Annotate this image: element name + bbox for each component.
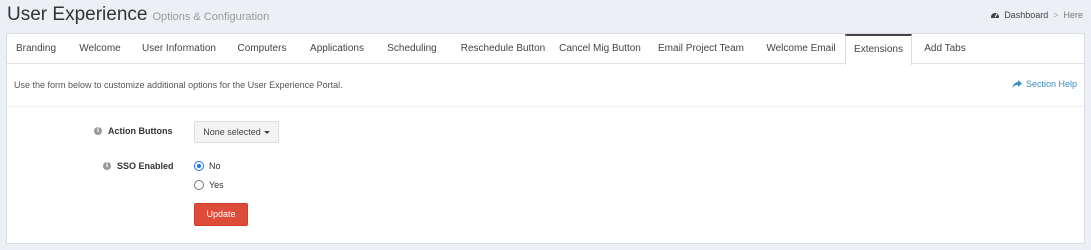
tab-extensions[interactable]: Extensions <box>845 34 912 65</box>
tab-email-project-team[interactable]: Email Project Team <box>645 34 757 64</box>
settings-panel: Branding Welcome User Information Comput… <box>6 33 1085 244</box>
tab-welcome-email[interactable]: Welcome Email <box>759 34 843 64</box>
tab-computers[interactable]: Computers <box>225 34 299 64</box>
page-header: User Experience Options & Configuration D… <box>0 0 1091 30</box>
dashboard-icon <box>991 13 1000 18</box>
sso-enabled-label: i SSO Enabled <box>103 161 174 171</box>
intro-text: Use the form below to customize addition… <box>14 80 343 90</box>
divider <box>7 106 1084 107</box>
info-icon: i <box>94 127 102 135</box>
info-icon: i <box>103 162 111 170</box>
sso-enabled-label-text: SSO Enabled <box>117 161 174 171</box>
tab-branding[interactable]: Branding <box>7 34 65 64</box>
breadcrumb-current: Here <box>1063 10 1083 20</box>
tab-add-tabs[interactable]: Add Tabs <box>914 34 976 64</box>
sso-radio-yes[interactable] <box>194 180 204 190</box>
share-arrow-icon <box>1011 79 1022 89</box>
section-help-link[interactable]: Section Help <box>1011 79 1077 89</box>
tab-cancel-mig-button[interactable]: Cancel Mig Button <box>557 34 643 64</box>
caret-down-icon <box>263 131 270 135</box>
action-buttons-value: None selected <box>203 127 261 137</box>
update-button[interactable]: Update <box>194 203 248 226</box>
tab-applications[interactable]: Applications <box>301 34 373 64</box>
tab-welcome[interactable]: Welcome <box>67 34 133 64</box>
page-title: User Experience Options & Configuration <box>7 4 269 26</box>
tab-reschedule-button[interactable]: Reschedule Button <box>451 34 555 64</box>
breadcrumb-separator: > <box>1053 10 1059 20</box>
sso-option-yes-label: Yes <box>209 180 224 190</box>
sso-option-no[interactable]: No <box>194 161 221 171</box>
sso-radio-no[interactable] <box>194 161 204 171</box>
breadcrumb-dashboard-link[interactable]: Dashboard <box>1004 10 1048 20</box>
action-buttons-label-text: Action Buttons <box>108 126 173 136</box>
breadcrumb: Dashboard > Here <box>990 10 1083 20</box>
tab-user-information[interactable]: User Information <box>135 34 223 64</box>
action-buttons-select[interactable]: None selected <box>194 121 279 143</box>
sso-option-yes[interactable]: Yes <box>194 180 224 190</box>
page-title-text: User Experience <box>7 4 148 25</box>
action-buttons-label: i Action Buttons <box>94 126 173 136</box>
page-subtitle: Options & Configuration <box>152 11 270 23</box>
section-help-label: Section Help <box>1025 79 1077 89</box>
sso-option-no-label: No <box>209 161 221 171</box>
tab-bar: Branding Welcome User Information Comput… <box>7 34 1084 65</box>
tab-scheduling[interactable]: Scheduling <box>375 34 449 64</box>
